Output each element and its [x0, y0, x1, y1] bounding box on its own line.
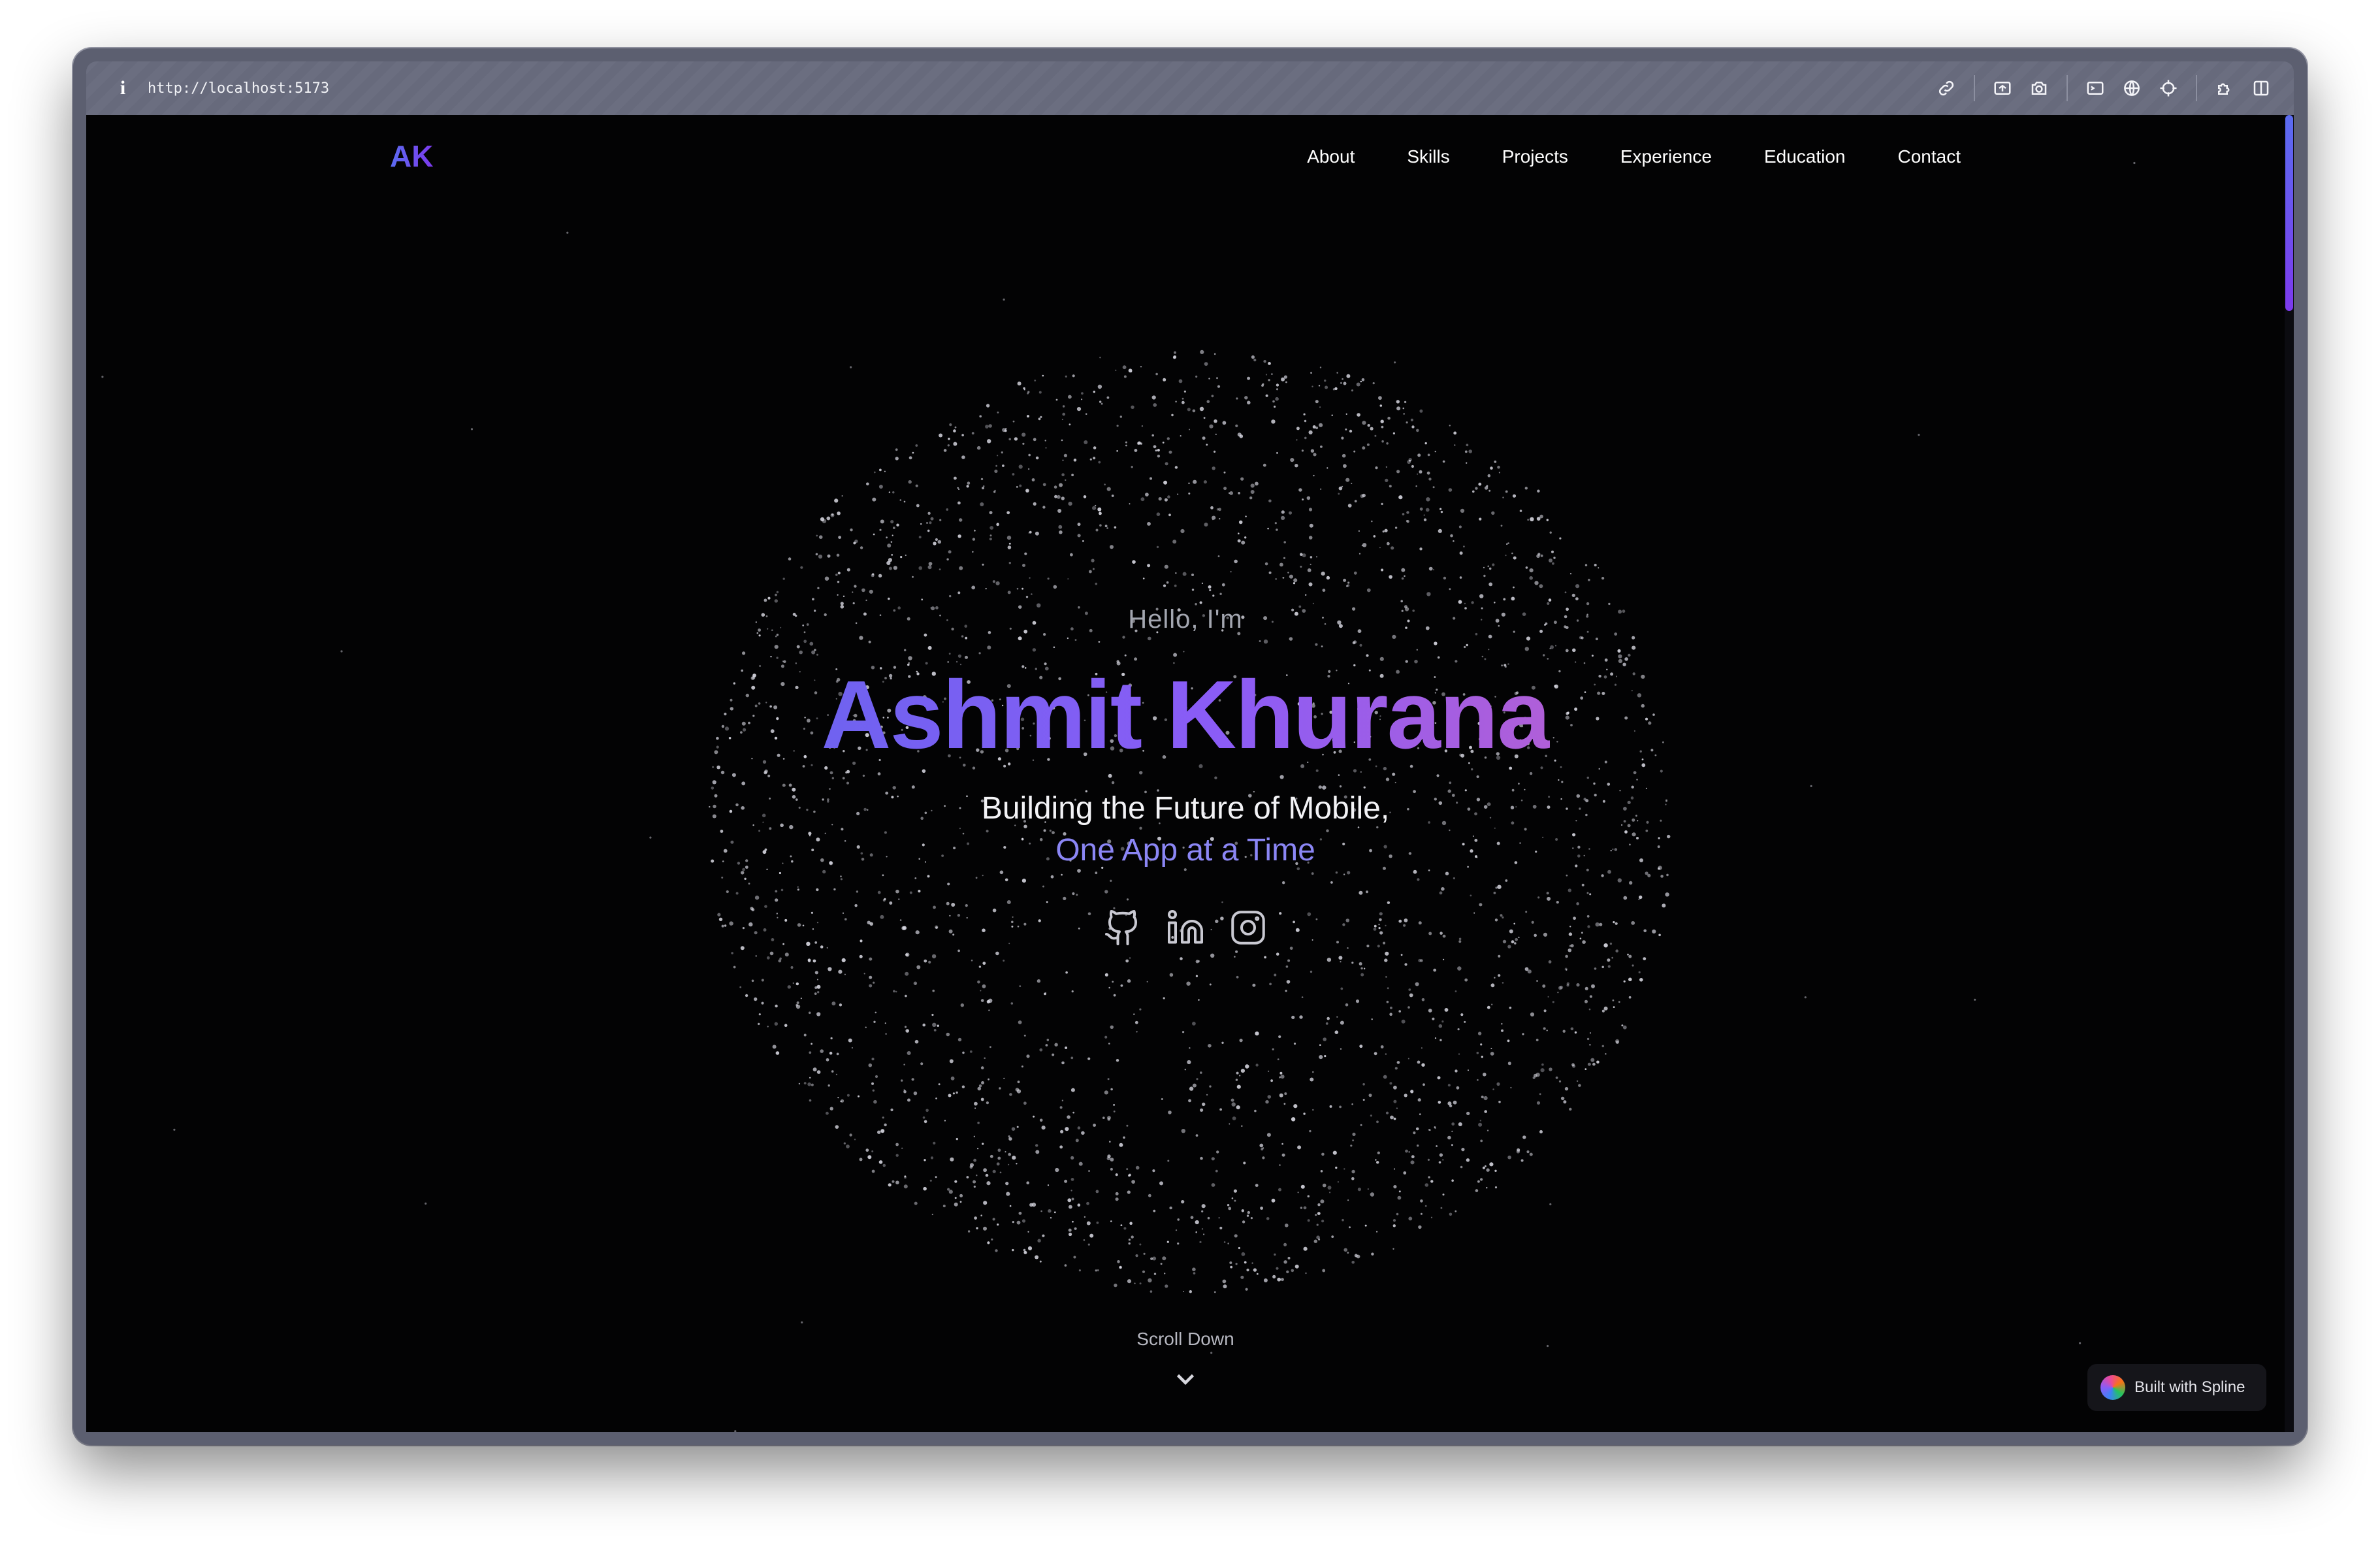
nav-link-projects[interactable]: Projects [1502, 146, 1568, 167]
toolbar-actions [1928, 70, 2279, 106]
nav-links: About Skills Projects Experience Educati… [1255, 146, 1961, 167]
nav-link-skills[interactable]: Skills [1407, 146, 1449, 167]
screenshot-icon[interactable] [1984, 70, 2021, 106]
site-logo[interactable]: AK [390, 138, 433, 174]
social-links [86, 908, 2285, 947]
extension-icon[interactable] [2206, 70, 2243, 106]
url-field[interactable]: http://localhost:5173 [148, 80, 329, 97]
linkedin-icon[interactable] [1166, 908, 1205, 947]
chevron-down-icon[interactable] [1170, 1364, 1200, 1394]
crosshair-icon[interactable] [2150, 70, 2187, 106]
github-icon[interactable] [1103, 908, 1142, 947]
scrollbar-thumb[interactable] [2285, 115, 2293, 311]
toolbar-divider [1974, 75, 1975, 101]
toolbar-divider [2196, 75, 2197, 101]
browser-toolbar: i http://localhost:5173 [86, 61, 2294, 115]
globe-icon[interactable] [2114, 70, 2150, 106]
nav-link-experience[interactable]: Experience [1620, 146, 1712, 167]
top-nav: AK About Skills Projects Experience Educ… [86, 115, 2285, 201]
hero-tagline-accent: One App at a Time [1055, 833, 1315, 868]
terminal-icon[interactable] [2077, 70, 2114, 106]
info-icon[interactable]: i [110, 75, 136, 101]
hero-greeting: Hello, I'm [1128, 605, 1243, 634]
camera-icon[interactable] [2021, 70, 2057, 106]
link-icon[interactable] [1928, 70, 1965, 106]
instagram-icon[interactable] [1229, 908, 1268, 947]
sidebar-icon[interactable] [2243, 70, 2279, 106]
badge-label: Built with Spline [2134, 1378, 2245, 1396]
scroll-down-label[interactable]: Scroll Down [86, 1329, 2285, 1350]
nav-link-education[interactable]: Education [1764, 146, 1846, 167]
particle-sphere [101, 161, 2136, 1432]
scrollbar[interactable] [2285, 115, 2294, 1432]
nav-link-contact[interactable]: Contact [1898, 146, 1961, 167]
hero-name: Ashmit Khurana [821, 661, 1551, 769]
spline-logo-icon [2100, 1375, 2125, 1400]
browser-window: i http://localhost:5173 AK About Skills … [73, 48, 2307, 1445]
page-viewport: AK About Skills Projects Experience Educ… [86, 115, 2294, 1432]
hero-name-wrap: Ashmit Khurana [86, 660, 2285, 771]
hero-tagline: Building the Future of Mobile, [981, 791, 1390, 826]
built-with-spline-badge[interactable]: Built with Spline [2087, 1364, 2266, 1411]
nav-link-about[interactable]: About [1307, 146, 1355, 167]
toolbar-divider [2066, 75, 2068, 101]
